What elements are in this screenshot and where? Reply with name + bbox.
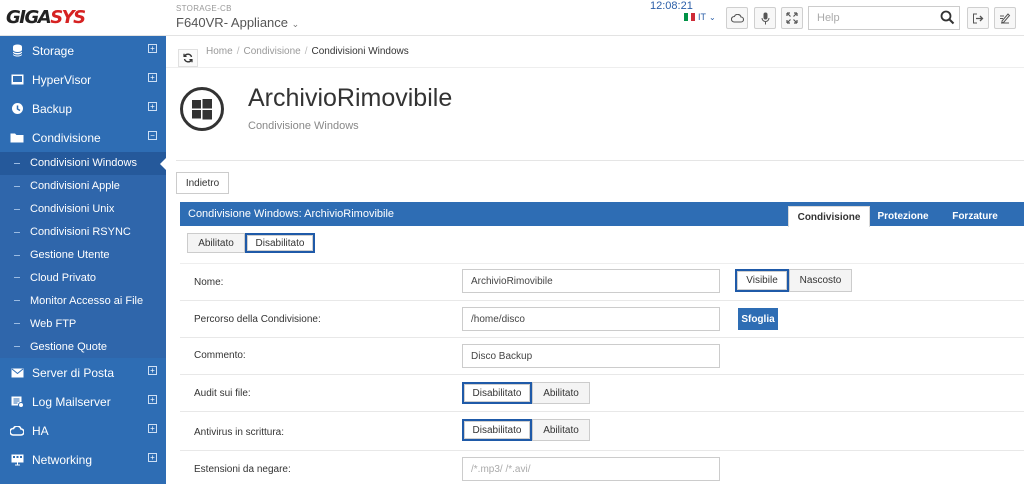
antivirus-label: Antivirus in scrittura: — [194, 427, 285, 438]
sidebar-item-condivisione[interactable]: Condivisione − — [0, 123, 166, 152]
sidebar-item-log-mailserver[interactable]: Log Mailserver + — [0, 387, 166, 416]
submenu-item-gestione-utente[interactable]: Gestione Utente — [0, 244, 166, 267]
browse-button[interactable]: Sfoglia — [738, 308, 778, 330]
submenu-item-gestione-quote[interactable]: Gestione Quote — [0, 335, 166, 358]
extensions-field[interactable] — [462, 457, 720, 481]
submenu-item-condivisioni-windows[interactable]: Condivisioni Windows — [0, 152, 166, 175]
breadcrumb-home[interactable]: Home — [206, 46, 233, 57]
submenu-condivisione: Condivisioni Windows Condivisioni Apple … — [0, 152, 166, 359]
sidebar: Storage + HyperVisor + Backup + Condivis… — [0, 36, 166, 484]
panel-title: Condivisione Windows: ArchivioRimovibile — [188, 208, 395, 220]
page-subtitle: Condivisione Windows — [248, 120, 359, 132]
comment-row: Commento: — [180, 338, 1024, 375]
audit-toggle: Disabilitato Abilitato — [462, 382, 590, 404]
visible-button[interactable]: Visibile — [735, 269, 789, 292]
top-bar: GIGASYS STORAGE-CB F640VR- Appliance ⌄ 1… — [0, 0, 1024, 36]
audit-disable-button[interactable]: Disabilitato — [462, 382, 532, 404]
disable-share-button[interactable]: Disabilitato — [245, 233, 315, 253]
cloud-icon — [10, 424, 24, 438]
sidebar-item-networking[interactable]: Networking + — [0, 445, 166, 474]
name-label: Nome: — [194, 277, 224, 288]
server-icon — [10, 73, 24, 87]
hidden-button[interactable]: Nascosto — [789, 269, 852, 292]
log-icon — [10, 395, 24, 409]
main-content: Home / Condivisione / Condivisioni Windows A… — [166, 36, 1024, 484]
expand-icon[interactable]: + — [148, 453, 157, 463]
folder-icon — [10, 131, 24, 145]
audit-label: Audit sui file: — [194, 388, 251, 399]
path-label: Percorso della Condivisione: — [194, 314, 321, 325]
extensions-row: Estensioni da negare: — [180, 451, 1024, 484]
mail-icon — [10, 366, 24, 380]
submenu-item-web-ftp[interactable]: Web FTP — [0, 312, 166, 335]
logo[interactable]: GIGASYS — [6, 7, 86, 28]
fullscreen-icon[interactable] — [781, 7, 803, 29]
search-input[interactable] — [809, 7, 929, 29]
page-title: ArchivioRimovibile — [248, 84, 453, 112]
share-status-toggle: Abilitato Disabilitato — [187, 233, 315, 253]
sidebar-item-server-di-posta[interactable]: Server di Posta + — [0, 358, 166, 387]
sidebar-item-storage[interactable]: Storage + — [0, 36, 166, 65]
expand-icon[interactable]: + — [148, 44, 157, 53]
submenu-item-condivisioni-rsync[interactable]: Condivisioni RSYNC — [0, 221, 166, 244]
tab-condivisione[interactable]: Condivisione — [788, 206, 870, 227]
database-icon — [10, 44, 24, 58]
expand-icon[interactable]: + — [148, 73, 157, 82]
network-icon — [10, 453, 24, 467]
antivirus-enable-button[interactable]: Abilitato — [532, 419, 590, 441]
extensions-label: Estensioni da negare: — [194, 464, 291, 475]
notes-icon[interactable] — [994, 7, 1016, 29]
refresh-icon[interactable] — [178, 49, 198, 67]
audit-enable-button[interactable]: Abilitato — [532, 382, 590, 404]
share-status-row: Abilitato Disabilitato — [180, 226, 1024, 264]
clock: 12:08:21 — [650, 0, 693, 12]
panel-header: Condivisione Windows: ArchivioRimovibile… — [180, 202, 1024, 227]
submenu-item-cloud-privato[interactable]: Cloud Privato — [0, 266, 166, 289]
submenu-item-condivisioni-apple[interactable]: Condivisioni Apple — [0, 175, 166, 198]
submenu-item-monitor-accesso[interactable]: Monitor Accesso ai File — [0, 289, 166, 312]
tab-forzature[interactable]: Forzature — [940, 206, 1010, 226]
language-selector[interactable]: IT ⌄ — [684, 12, 716, 22]
collapse-icon[interactable]: − — [148, 131, 157, 140]
windows-icon — [180, 87, 224, 131]
back-button[interactable]: Indietro — [176, 172, 229, 194]
cloud-icon[interactable] — [726, 7, 748, 29]
breadcrumb-condivisione[interactable]: Condivisione — [243, 46, 300, 57]
expand-icon[interactable]: + — [148, 102, 157, 111]
flag-icon — [684, 13, 696, 21]
breadcrumb: Home / Condivisione / Condivisioni Windows — [206, 46, 409, 57]
name-field[interactable] — [462, 269, 720, 293]
antivirus-disable-button[interactable]: Disabilitato — [462, 419, 532, 441]
comment-field[interactable] — [462, 344, 720, 368]
breadcrumb-current: Condivisioni Windows — [311, 46, 409, 57]
antivirus-row: Antivirus in scrittura: Disabilitato Abi… — [180, 412, 1024, 451]
antivirus-toggle: Disabilitato Abilitato — [462, 419, 590, 441]
backup-icon — [10, 102, 24, 116]
divider — [176, 160, 1024, 161]
expand-icon[interactable]: + — [148, 366, 157, 376]
path-row: Percorso della Condivisione: Sfoglia — [180, 301, 1024, 338]
tab-protezione[interactable]: Protezione — [872, 206, 934, 226]
search-icon[interactable] — [940, 10, 955, 28]
microphone-icon[interactable] — [754, 7, 776, 29]
comment-label: Commento: — [194, 350, 246, 361]
audit-row: Audit sui file: Disabilitato Abilitato — [180, 375, 1024, 412]
page-header: ArchivioRimovibile Condivisione Windows — [166, 69, 1024, 161]
sidebar-item-hypervisor[interactable]: HyperVisor + — [0, 65, 166, 94]
sidebar-item-backup[interactable]: Backup + — [0, 94, 166, 123]
path-field[interactable] — [462, 307, 720, 331]
help-search — [808, 6, 960, 30]
expand-icon[interactable]: + — [148, 424, 157, 434]
breadcrumb-bar: Home / Condivisione / Condivisioni Windows — [166, 36, 1024, 68]
device-selector[interactable]: F640VR- Appliance ⌄ — [176, 15, 299, 30]
sidebar-item-ha[interactable]: HA + — [0, 416, 166, 445]
submenu-item-condivisioni-unix[interactable]: Condivisioni Unix — [0, 198, 166, 221]
name-row: Nome: Visibile Nascosto — [180, 264, 1024, 301]
device-subtitle: STORAGE-CB — [176, 4, 232, 13]
logout-icon[interactable] — [967, 7, 989, 29]
visibility-toggle: Visibile Nascosto — [735, 269, 852, 292]
expand-icon[interactable]: + — [148, 395, 157, 405]
enable-share-button[interactable]: Abilitato — [187, 233, 245, 253]
